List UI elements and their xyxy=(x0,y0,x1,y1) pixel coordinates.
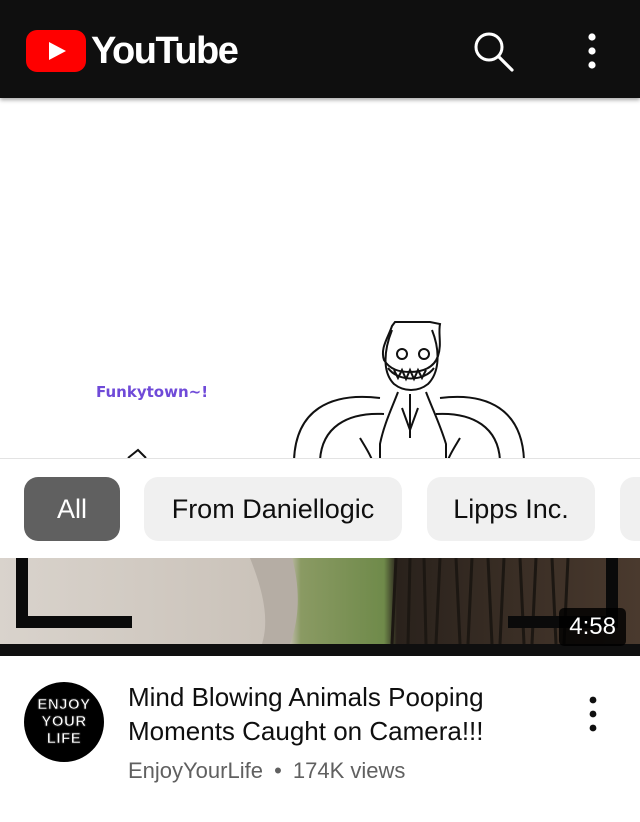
video-duration-badge: 4:58 xyxy=(559,608,626,646)
chip-all[interactable]: All xyxy=(24,477,120,541)
chip-label: From Daniellogic xyxy=(171,493,375,524)
video-preview[interactable]: Funkytown~! xyxy=(0,98,640,460)
preview-drawing xyxy=(127,321,525,460)
chip-label: Lipps Inc. xyxy=(453,493,569,524)
video-thumbnail[interactable]: 4:58 xyxy=(0,558,640,656)
more-vert-icon xyxy=(589,696,597,732)
youtube-play-logo-icon xyxy=(26,30,86,72)
channel-avatar[interactable]: ENJOY YOUR LIFE xyxy=(24,682,104,762)
search-icon xyxy=(474,32,514,72)
avatar-logo-text: ENJOY xyxy=(37,696,91,714)
chip-from-daniellogic[interactable]: From Daniellogic xyxy=(144,477,402,541)
more-options-button[interactable] xyxy=(572,28,612,74)
chip-label: All xyxy=(56,493,87,524)
thumbnail-image xyxy=(0,558,640,656)
video-metadata: EnjoyYourLife • 174K views xyxy=(128,758,405,784)
meta-separator: • xyxy=(274,758,282,783)
youtube-logo[interactable]: YouTube xyxy=(26,28,239,74)
video-action-menu-button[interactable] xyxy=(578,694,608,734)
chip-more[interactable] xyxy=(620,477,640,541)
video-title[interactable]: Mind Blowing Animals Pooping Moments Cau… xyxy=(128,680,548,748)
video-info-row[interactable]: ENJOY YOUR LIFE Mind Blowing Animals Poo… xyxy=(0,656,640,822)
youtube-wordmark: YouTube xyxy=(91,29,239,72)
top-app-bar: YouTube xyxy=(0,0,640,98)
more-vert-icon xyxy=(588,33,596,69)
avatar-logo-text: LIFE xyxy=(46,730,82,748)
filter-chips-bar: All From Daniellogic Lipps Inc. xyxy=(0,458,640,560)
view-count: 174K views xyxy=(292,758,406,783)
channel-name[interactable]: EnjoyYourLife xyxy=(128,758,263,783)
avatar-logo-text: YOUR xyxy=(41,713,87,731)
chip-lipps-inc[interactable]: Lipps Inc. xyxy=(427,477,595,541)
search-button[interactable] xyxy=(470,28,516,74)
